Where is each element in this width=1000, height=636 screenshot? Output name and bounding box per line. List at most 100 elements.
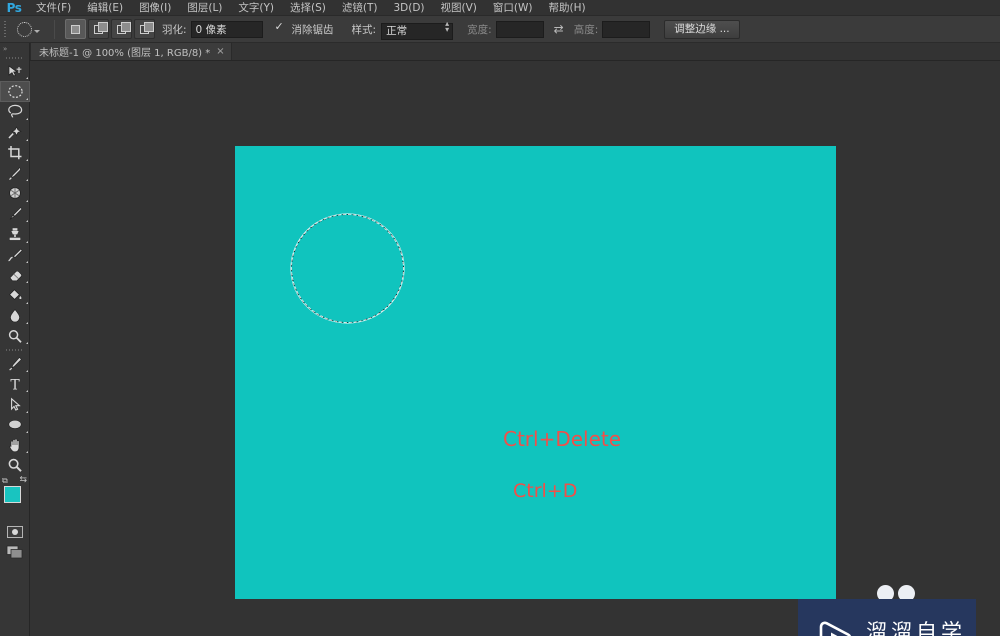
blur-tool[interactable] [0,306,30,326]
antialias-checkbox-wrap[interactable]: 消除锯齿 [274,21,334,37]
antialias-label: 消除锯齿 [291,23,334,36]
quick-mask-button[interactable] [0,522,30,542]
height-label: 高度: [573,23,599,36]
flyout-corner-icon [26,138,28,141]
ps-logo-icon: Ps [6,0,22,15]
flyout-corner-icon [26,118,28,121]
close-icon[interactable]: × [216,46,224,57]
ellipse-selection-marquee[interactable] [285,208,410,329]
marching-ants-overlay [285,208,410,329]
menu-3d[interactable]: 3D(D) [385,0,432,16]
elliptical-marquee-tool[interactable] [0,81,30,102]
path-selection-tool[interactable] [0,394,30,414]
paint-bucket-tool[interactable] [0,285,30,305]
flyout-corner-icon [26,410,28,413]
history-brush-tool[interactable] [0,245,30,265]
add-to-selection-button[interactable] [88,19,109,39]
tools-panel-grip[interactable] [0,54,29,61]
flyout-corner-icon [26,369,28,372]
swap-dimensions-icon[interactable]: ⇄ [554,22,564,36]
spot-healing-brush-tool[interactable] [0,183,30,203]
menu-layer[interactable]: 图层(L) [179,0,230,16]
flyout-corner-icon [26,281,28,284]
ellipse-shape-tool[interactable] [0,415,30,435]
intersect-selection-icon [140,21,154,34]
options-bar-grip[interactable] [0,16,10,43]
flyout-corner-icon [26,77,28,80]
menu-help[interactable]: 帮助(H) [541,0,594,16]
flyout-corner-icon [26,342,28,345]
antialias-checkbox[interactable] [274,21,286,35]
dodge-tool[interactable] [0,326,30,346]
watermark-text: 溜溜自学 ZIXUE.3D66.COM [866,620,978,636]
quick-selection-tool[interactable] [0,122,30,142]
selection-mode-group [65,19,155,39]
flyout-corner-icon [26,179,28,182]
tools-divider [0,346,29,353]
menu-file[interactable]: 文件(F) [28,0,79,16]
watermark: 溜溜自学 ZIXUE.3D66.COM [798,599,976,636]
eraser-tool[interactable] [0,265,30,285]
flyout-corner-icon [26,390,28,393]
screen-mode-button[interactable] [0,542,30,562]
document-canvas[interactable]: Ctrl+Delete Ctrl+D [235,146,836,599]
style-select[interactable]: 正常 [381,22,454,40]
menu-edit[interactable]: 编辑(E) [79,0,131,16]
flyout-corner-icon [26,240,28,243]
intersect-selection-button[interactable] [134,19,155,39]
document-tab[interactable]: 未标题-1 @ 100% (图层 1, RGB/8) * × [30,42,232,60]
divider [54,19,55,39]
subtract-from-selection-button[interactable] [111,19,132,39]
flyout-corner-icon [26,199,28,202]
flyout-corner-icon [26,220,28,223]
new-selection-button[interactable] [65,19,86,39]
lasso-tool[interactable] [0,102,30,122]
flyout-corner-icon [26,158,28,161]
menu-bar: Ps 文件(F) 编辑(E) 图像(I) 图层(L) 文字(Y) 选择(S) 滤… [0,0,1000,16]
crop-tool[interactable] [0,143,30,163]
subtract-selection-icon [117,21,131,34]
style-select-wrap[interactable]: 正常 ▴ ▾ [381,19,454,40]
menu-select[interactable]: 选择(S) [282,0,334,16]
menu-window[interactable]: 窗口(W) [485,0,541,16]
annotation-ctrl-delete: Ctrl+Delete [503,427,622,451]
clone-stamp-tool[interactable] [0,224,30,244]
flyout-corner-icon [26,451,28,454]
width-input[interactable] [495,20,544,38]
tools-panel-collapse-button[interactable]: » [0,43,29,54]
flyout-corner-icon [26,260,28,263]
flyout-corner-icon [26,97,28,100]
type-tool[interactable]: T [0,374,30,394]
ellipse-marquee-icon [17,21,32,37]
feather-input[interactable] [190,20,263,38]
play-logo-icon [819,620,852,636]
watermark-brand-cn: 溜溜自学 [866,620,966,636]
foreground-color-swatch[interactable] [4,485,21,503]
canvas-workspace[interactable]: Ctrl+Delete Ctrl+D 溜溜自学 ZIXUE.3D66.COM [31,61,1000,636]
menu-image[interactable]: 图像(I) [131,0,179,16]
feather-label: 羽化: [162,23,187,36]
menu-view[interactable]: 视图(V) [433,0,485,16]
active-tool-preview[interactable] [14,18,48,41]
width-label: 宽度: [467,23,492,36]
menu-filter[interactable]: 滤镜(T) [334,0,386,16]
menu-type[interactable]: 文字(Y) [230,0,282,16]
chevron-down-icon[interactable] [34,30,40,33]
style-label: 样式: [351,23,377,36]
pen-tool[interactable] [0,353,30,373]
swap-colors-icon[interactable]: ⇆ [19,475,27,485]
brush-tool[interactable] [0,204,30,224]
reset-colors-icon[interactable]: ⧉ [2,476,8,486]
add-selection-icon [94,21,108,34]
hand-tool[interactable] [0,435,30,455]
refine-edge-button[interactable]: 调整边缘 ... [664,19,740,39]
photoshop-window: Ps 文件(F) 编辑(E) 图像(I) 图层(L) 文字(Y) 选择(S) 滤… [0,0,1000,636]
zoom-tool[interactable] [0,455,30,475]
color-swatches: ⧉ ⇆ [0,475,30,522]
move-tool[interactable] [0,61,30,81]
height-input[interactable] [602,20,651,38]
eyedropper-tool[interactable] [0,163,30,183]
document-tab-bar: 未标题-1 @ 100% (图层 1, RGB/8) * × [30,42,1000,61]
annotation-ctrl-d: Ctrl+D [513,480,578,502]
options-bar: 羽化: 消除锯齿 样式: 正常 ▴▾ 宽度: ⇄ 高度: 调整边缘 ... [0,16,1000,43]
